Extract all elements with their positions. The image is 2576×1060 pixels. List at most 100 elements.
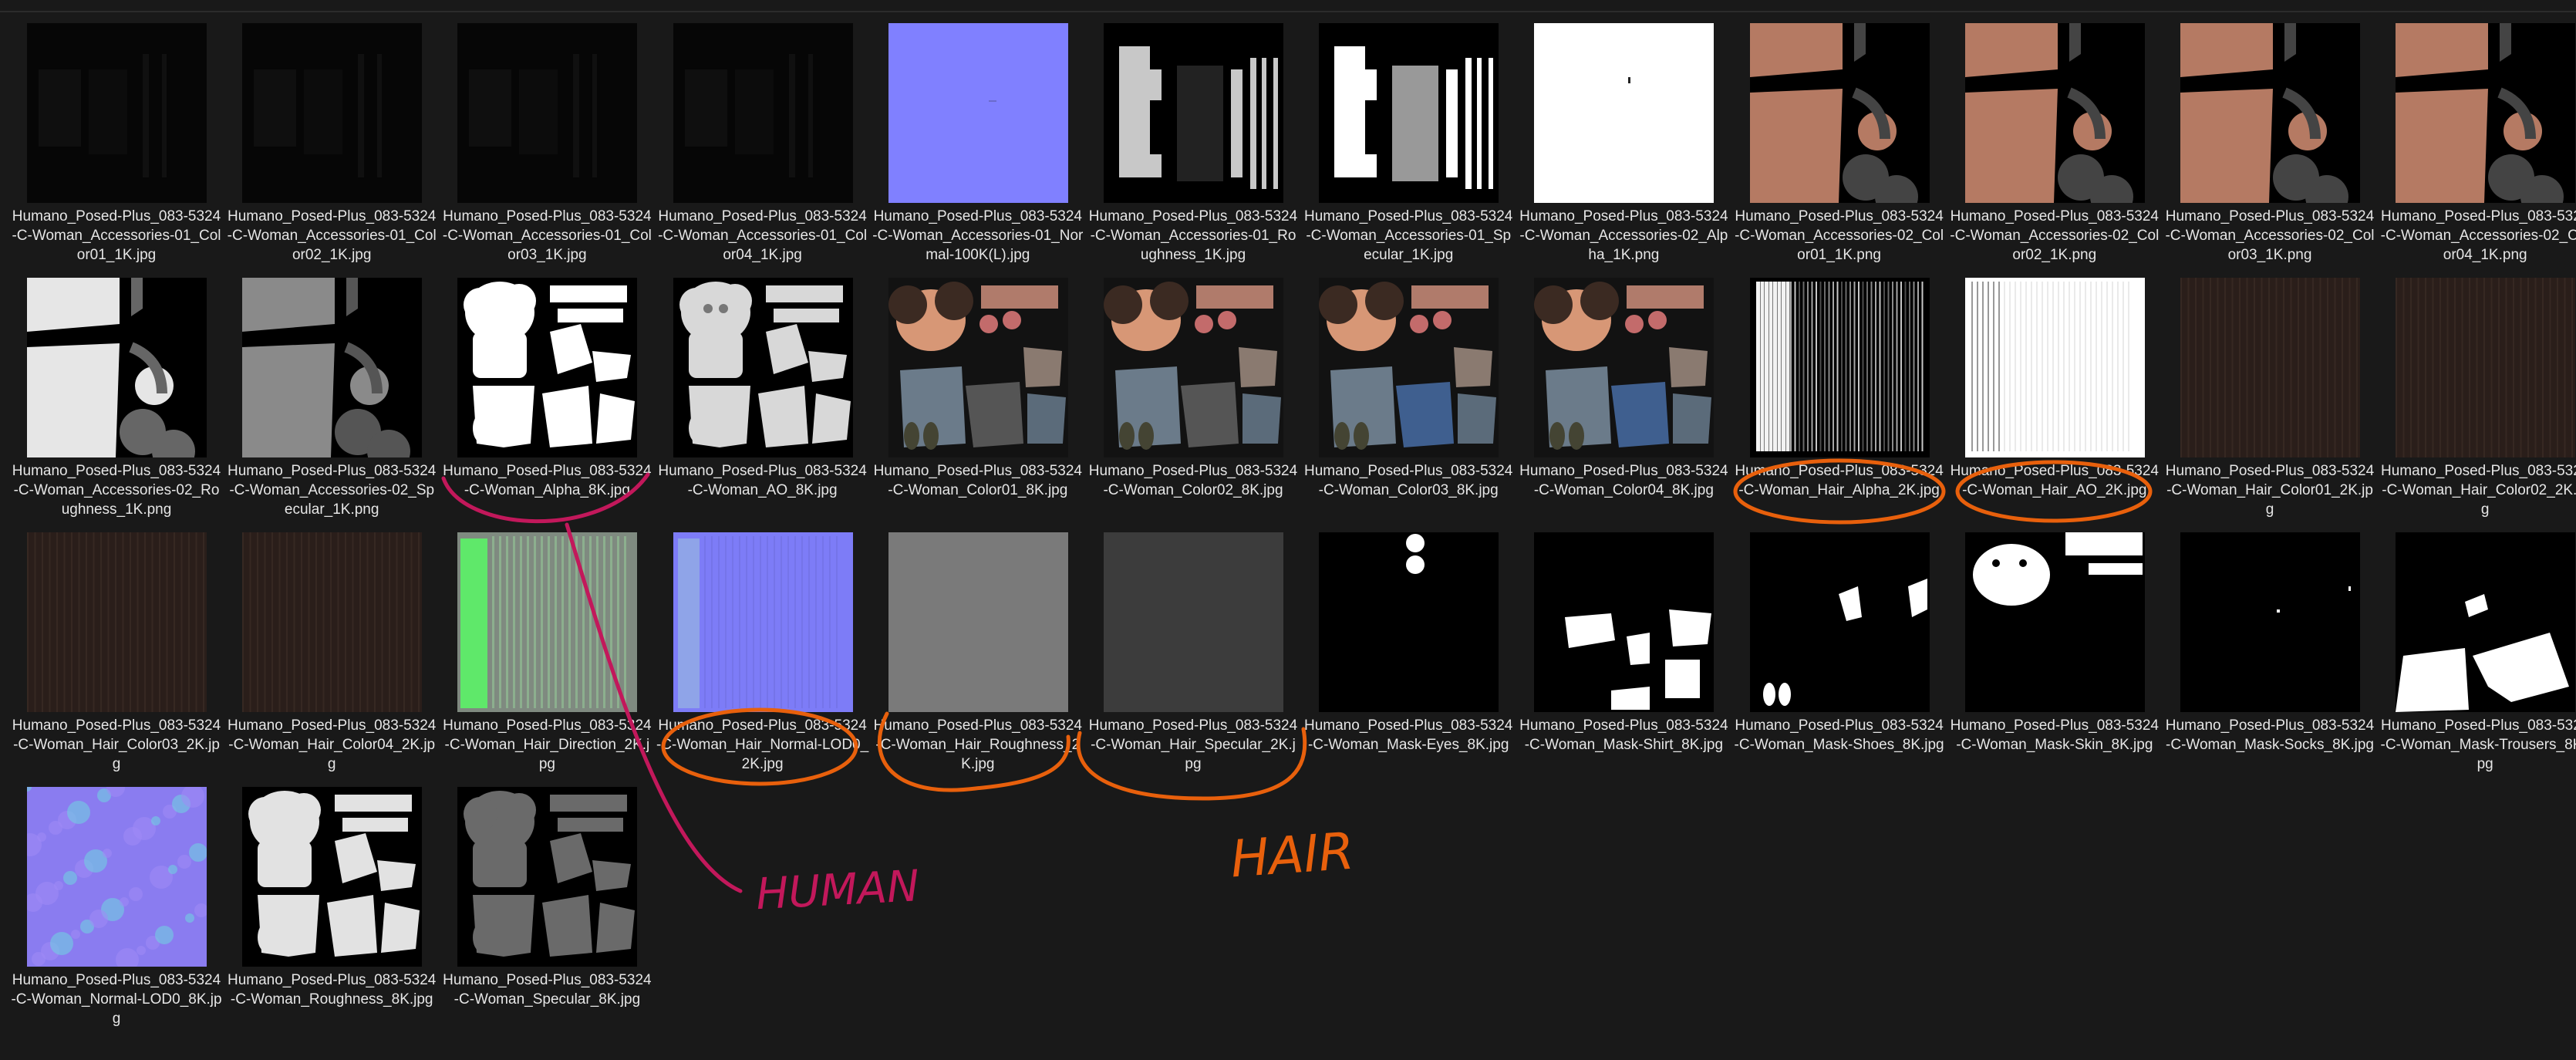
file-item[interactable]: Humano_Posed-Plus_083-5324-C-Woman_Acces… <box>1087 23 1297 263</box>
file-item[interactable]: Humano_Posed-Plus_083-5324-C-Woman_Mask-… <box>1302 532 1512 764</box>
dark-uv-icon[interactable] <box>27 23 207 203</box>
hair-direction-icon[interactable] <box>457 532 638 712</box>
file-name-label: Humano_Posed-Plus_083-5324-C-Woman_Norma… <box>11 972 222 1027</box>
body-ao-icon[interactable] <box>673 278 853 457</box>
file-item[interactable]: Humano_Posed-Plus_083-5324-C-Woman_Mask-… <box>1733 532 1944 764</box>
file-name-label: Humano_Posed-Plus_083-5324-C-Woman_Mask-… <box>2380 717 2576 772</box>
hair-color-icon[interactable] <box>2396 278 2576 457</box>
file-name-label: Humano_Posed-Plus_083-5324-C-Woman_Hair_… <box>2380 463 2576 518</box>
white-alpha-icon[interactable] <box>1534 23 1715 203</box>
file-item[interactable]: Humano_Posed-Plus_083-5324-C-Woman_Color… <box>1302 278 1512 509</box>
file-name-label: Humano_Posed-Plus_083-5324-C-Woman_Acces… <box>658 208 868 263</box>
gray-flat-icon[interactable] <box>888 532 1068 712</box>
file-item[interactable]: Humano_Posed-Plus_083-5324-C-Woman_Acces… <box>10 278 221 518</box>
file-item[interactable]: Humano_Posed-Plus_083-5324-C-Woman_Acces… <box>872 23 1083 263</box>
file-name-label: Humano_Posed-Plus_083-5324-C-Woman_Hair_… <box>443 717 652 772</box>
file-item[interactable]: Humano_Posed-Plus_083-5324-C-Woman_Mask-… <box>1948 532 2159 764</box>
mask-eyes-icon[interactable] <box>1319 532 1499 712</box>
file-item[interactable]: Humano_Posed-Plus_083-5324-C-Woman_Acces… <box>10 23 221 263</box>
body-rough-icon[interactable] <box>242 787 423 967</box>
normal-flat-icon[interactable] <box>888 23 1068 203</box>
file-item[interactable]: Humano_Posed-Plus_083-5324-C-Woman_Acces… <box>656 23 867 263</box>
file-item[interactable]: Humano_Posed-Plus_083-5324-C-Woman_Hair_… <box>656 532 868 772</box>
file-name-label: Humano_Posed-Plus_083-5324-C-Woman_Acces… <box>442 208 652 263</box>
file-item[interactable]: Humano_Posed-Plus_083-5324-C-Woman_Color… <box>1087 278 1297 509</box>
hair-alpha-icon[interactable] <box>1749 278 1930 457</box>
file-item[interactable]: Humano_Posed-Plus_083-5324-C-Woman_Acces… <box>2163 23 2375 263</box>
file-item[interactable]: Humano_Posed-Plus_083-5324-C-Woman_Color… <box>872 278 1082 509</box>
file-item[interactable]: Humano_Posed-Plus_083-5324-C-Woman_Specu… <box>440 787 652 1018</box>
file-item[interactable]: Humano_Posed-Plus_083-5324-C-Woman_Hair_… <box>872 532 1082 772</box>
mask-shoes-icon[interactable] <box>1749 532 1930 712</box>
hair-color-icon[interactable] <box>27 532 207 712</box>
body-alpha-icon[interactable] <box>457 278 638 457</box>
file-item[interactable]: Humano_Posed-Plus_083-5324-C-Woman_Alpha… <box>440 278 652 509</box>
file-name-label: Humano_Posed-Plus_083-5324-C-Woman_Mask-… <box>2165 717 2375 753</box>
file-item[interactable]: Humano_Posed-Plus_083-5324-C-Woman_Hair_… <box>1087 532 1297 772</box>
hair-normal-icon[interactable] <box>673 532 853 712</box>
file-name-label: Humano_Posed-Plus_083-5324-C-Woman_Specu… <box>443 972 652 1008</box>
file-item[interactable]: Humano_Posed-Plus_083-5324-C-Woman_Mask-… <box>1517 532 1728 764</box>
file-item[interactable]: Humano_Posed-Plus_083-5324-C-Woman_Mask-… <box>2379 532 2576 772</box>
dark-uv-icon[interactable] <box>673 23 853 203</box>
file-name-label: Humano_Posed-Plus_083-5324-C-Woman_Hair_… <box>1950 463 2159 498</box>
file-item[interactable]: Humano_Posed-Plus_083-5324-C-Woman_Rough… <box>225 787 436 1018</box>
mask-skin-icon[interactable] <box>1964 532 2145 712</box>
file-name-label: Humano_Posed-Plus_083-5324-C-Woman_Rough… <box>227 972 437 1008</box>
dark-gray-flat-icon[interactable] <box>1104 532 1283 712</box>
file-item[interactable]: Humano_Posed-Plus_083-5324-C-Woman_Acces… <box>1517 23 1728 263</box>
file-name-label: Humano_Posed-Plus_083-5324-C-Woman_Hair_… <box>873 717 1082 772</box>
file-item[interactable]: Humano_Posed-Plus_083-5324-C-Woman_Hair_… <box>440 532 652 772</box>
file-item[interactable]: Humano_Posed-Plus_083-5324-C-Woman_Acces… <box>1733 23 1944 263</box>
body-spec-icon[interactable] <box>457 787 638 967</box>
file-item[interactable]: Humano_Posed-Plus_083-5324-C-Woman_Norma… <box>10 787 222 1027</box>
file-name-label: Humano_Posed-Plus_083-5324-C-Woman_Hair_… <box>1088 717 1298 772</box>
skirt-color-icon[interactable] <box>1964 23 2145 203</box>
file-item[interactable]: Humano_Posed-Plus_083-5324-C-Woman_Acces… <box>1948 23 2159 263</box>
skirt-spec-icon[interactable] <box>242 278 423 457</box>
file-grid: Humano_Posed-Plus_083-5324-C-Woman_Acces… <box>0 0 2576 1060</box>
hair-ao-icon[interactable] <box>1964 278 2145 457</box>
file-item[interactable]: Humano_Posed-Plus_083-5324-C-Woman_Acces… <box>440 23 652 263</box>
file-item[interactable]: Humano_Posed-Plus_083-5324-C-Woman_Acces… <box>2379 23 2576 263</box>
file-item[interactable]: Humano_Posed-Plus_083-5324-C-Woman_Acces… <box>1302 23 1512 263</box>
file-name-label: Humano_Posed-Plus_083-5324-C-Woman_Acces… <box>227 208 437 263</box>
mask-trousers-icon[interactable] <box>2396 532 2576 712</box>
file-item[interactable]: Humano_Posed-Plus_083-5324-C-Woman_Mask-… <box>2163 532 2374 764</box>
skirt-color-icon[interactable] <box>2396 23 2576 203</box>
accessory-spec-icon[interactable] <box>1319 23 1499 203</box>
file-item[interactable]: Humano_Posed-Plus_083-5324-C-Woman_Color… <box>1517 278 1728 509</box>
file-item[interactable]: Humano_Posed-Plus_083-5324-C-Woman_Acces… <box>225 278 436 518</box>
hair-color-icon[interactable] <box>2180 278 2360 457</box>
file-name-label: Humano_Posed-Plus_083-5324-C-Woman_Hair_… <box>227 717 437 772</box>
skirt-rough-icon[interactable] <box>27 278 207 457</box>
dark-uv-icon[interactable] <box>457 23 638 203</box>
file-item[interactable]: Humano_Posed-Plus_083-5324-C-Woman_Hair_… <box>10 532 221 772</box>
body-color-blue-icon[interactable] <box>1319 278 1499 457</box>
body-normal-icon[interactable] <box>27 787 207 967</box>
file-item[interactable]: Humano_Posed-Plus_083-5324-C-Woman_Hair_… <box>225 532 436 772</box>
dark-uv-icon[interactable] <box>242 23 423 203</box>
accessory-rough-icon[interactable] <box>1104 23 1283 203</box>
body-color-icon[interactable] <box>888 278 1068 457</box>
file-name-label: Humano_Posed-Plus_083-5324-C-Woman_Acces… <box>1950 208 2160 263</box>
skirt-color-icon[interactable] <box>2180 23 2360 203</box>
file-item[interactable]: Humano_Posed-Plus_083-5324-C-Woman_Acces… <box>225 23 437 263</box>
skirt-color-icon[interactable] <box>1749 23 1930 203</box>
file-item[interactable]: Humano_Posed-Plus_083-5324-C-Woman_Hair_… <box>1948 278 2159 509</box>
file-name-label: Humano_Posed-Plus_083-5324-C-Woman_Color… <box>1519 463 1728 498</box>
file-item[interactable]: Humano_Posed-Plus_083-5324-C-Woman_AO_8K… <box>656 278 867 509</box>
mask-shirt-icon[interactable] <box>1534 532 1715 712</box>
mask-socks-icon[interactable] <box>2180 532 2360 712</box>
file-name-label: Humano_Posed-Plus_083-5324-C-Woman_Alpha… <box>443 463 652 498</box>
body-color-blue-icon[interactable] <box>1534 278 1715 457</box>
file-name-label: Humano_Posed-Plus_083-5324-C-Woman_Acces… <box>1303 208 1513 263</box>
hair-color-icon[interactable] <box>242 532 423 712</box>
file-name-label: Humano_Posed-Plus_083-5324-C-Woman_Color… <box>1303 463 1513 498</box>
file-item[interactable]: Humano_Posed-Plus_083-5324-C-Woman_Hair_… <box>2163 278 2374 518</box>
file-item[interactable]: Humano_Posed-Plus_083-5324-C-Woman_Hair_… <box>1733 278 1944 509</box>
file-name-label: Humano_Posed-Plus_083-5324-C-Woman_Color… <box>873 463 1082 498</box>
body-color-icon[interactable] <box>1104 278 1283 457</box>
file-item[interactable]: Humano_Posed-Plus_083-5324-C-Woman_Hair_… <box>2379 278 2576 518</box>
file-name-label: Humano_Posed-Plus_083-5324-C-Woman_Hair_… <box>656 717 869 772</box>
